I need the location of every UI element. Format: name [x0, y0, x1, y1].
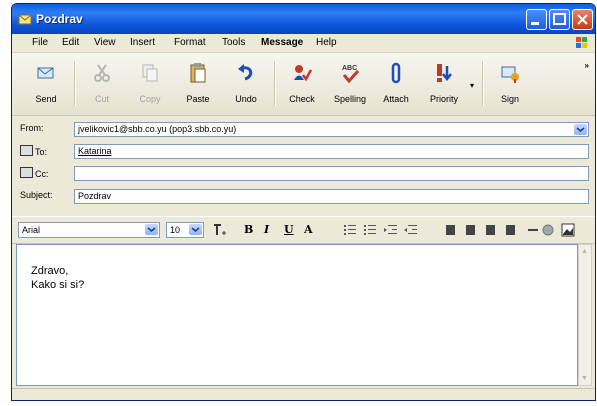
copy-label: Copy	[139, 94, 161, 104]
toolbar-separator	[482, 61, 484, 106]
insert-image-icon[interactable]	[560, 222, 576, 238]
window-title: Pozdrav	[36, 12, 83, 26]
chevron-down-icon	[576, 127, 585, 132]
envelope-icon	[18, 14, 32, 25]
spelling-label: Spelling	[333, 94, 367, 104]
paste-button[interactable]: Paste	[176, 56, 220, 111]
menu-help[interactable]: Help	[316, 37, 337, 48]
scissors-icon	[94, 64, 110, 82]
compose-window: Pozdrav File Edit View Insert Format Too…	[11, 3, 596, 401]
to-button[interactable]: To:	[20, 145, 47, 157]
undo-icon	[238, 64, 253, 81]
menu-insert[interactable]: Insert	[130, 37, 155, 48]
svg-text:ABC: ABC	[342, 65, 357, 72]
minimize-icon	[531, 22, 539, 25]
vertical-scrollbar[interactable]: ▲ ▼	[578, 244, 592, 386]
close-icon	[577, 14, 588, 25]
menu-bar: File Edit View Insert Format Tools Messa…	[12, 34, 595, 53]
size-dropdown-button[interactable]	[189, 224, 202, 235]
spelling-button[interactable]: ABC Spelling	[328, 56, 372, 111]
copy-button[interactable]: Copy	[128, 56, 172, 111]
attach-button[interactable]: Attach	[374, 56, 418, 111]
attach-label: Attach	[383, 94, 409, 104]
windows-logo-icon	[576, 37, 587, 48]
cc-label: Cc:	[35, 169, 49, 179]
toolbar-separator	[74, 61, 76, 106]
chevron-down-icon	[147, 227, 156, 232]
minimize-button[interactable]	[526, 9, 547, 30]
font-select[interactable]: Arial	[18, 222, 160, 238]
menu-edit[interactable]: Edit	[62, 37, 79, 48]
clipboard-icon	[190, 63, 206, 83]
paragraph-style-icon[interactable]	[212, 222, 228, 238]
font-color-icon[interactable]: A	[304, 223, 313, 236]
copy-icon	[142, 64, 158, 82]
toolbar-separator	[274, 61, 276, 106]
from-dropdown-button[interactable]	[574, 124, 587, 135]
scroll-down-icon[interactable]: ▼	[581, 375, 588, 382]
paperclip-icon	[391, 62, 401, 84]
close-button[interactable]	[572, 9, 593, 30]
priority-button[interactable]: Priority	[422, 56, 466, 111]
paste-label: Paste	[186, 94, 210, 104]
menu-format[interactable]: Format	[174, 37, 206, 48]
menu-file[interactable]: File	[32, 37, 48, 48]
address-book-icon	[20, 167, 33, 178]
scroll-up-icon[interactable]: ▲	[581, 248, 588, 255]
message-body-editor[interactable]: Zdravo, Kako si si?	[16, 244, 578, 386]
sign-button[interactable]: Sign	[488, 56, 532, 111]
chevron-down-icon	[191, 227, 200, 232]
font-value: Arial	[22, 225, 41, 235]
priority-icon	[437, 64, 452, 82]
address-book-icon	[20, 145, 33, 156]
from-value: jvelikovic1@sbb.co.yu (pop3.sbb.co.yu)	[78, 124, 237, 134]
status-bar	[12, 388, 595, 400]
alignment-icons[interactable]	[444, 222, 544, 238]
spelling-icon: ABC	[342, 65, 360, 84]
body-line: Kako si si?	[31, 279, 85, 291]
check-label: Check	[289, 94, 315, 104]
cc-field[interactable]	[74, 166, 589, 181]
toolbar: Send Cut Copy Paste Undo Check ABC Spell…	[12, 53, 595, 116]
sign-label: Sign	[500, 94, 519, 104]
sign-icon	[501, 66, 519, 83]
maximize-icon	[553, 13, 566, 25]
body-line: Zdravo,	[31, 265, 69, 277]
check-names-icon	[294, 65, 312, 82]
menu-tools[interactable]: Tools	[222, 37, 245, 48]
to-label: To:	[35, 147, 48, 157]
from-label: From:	[20, 123, 44, 133]
menu-view[interactable]: View	[94, 37, 116, 48]
subject-label: Subject:	[20, 190, 53, 200]
font-size-value: 10	[170, 225, 181, 235]
formatting-toolbar: Arial 10 B I U A	[12, 216, 595, 244]
insert-picture-icon[interactable]	[540, 222, 556, 238]
italic-icon[interactable]: I	[264, 223, 269, 236]
from-field[interactable]: jvelikovic1@sbb.co.yu (pop3.sbb.co.yu)	[74, 122, 589, 137]
bold-icon[interactable]: B	[244, 223, 253, 236]
send-icon	[37, 67, 54, 79]
send-button[interactable]: Send	[24, 56, 68, 111]
message-headers: From: jvelikovic1@sbb.co.yu (pop3.sbb.co…	[12, 116, 595, 214]
priority-dropdown-icon[interactable]: ▾	[470, 81, 474, 90]
menu-message[interactable]: Message	[261, 37, 303, 48]
cc-button[interactable]: Cc:	[20, 167, 49, 179]
cut-label: Cut	[94, 94, 109, 104]
to-recipient: Katarina	[78, 146, 112, 156]
check-names-button[interactable]: Check	[280, 56, 324, 111]
subject-field[interactable]: Pozdrav	[74, 189, 589, 204]
undo-label: Undo	[235, 94, 257, 104]
font-size-select[interactable]: 10	[166, 222, 204, 238]
maximize-button[interactable]	[549, 9, 570, 30]
font-dropdown-button[interactable]	[145, 224, 158, 235]
cut-button[interactable]: Cut	[80, 56, 124, 111]
subject-value: Pozdrav	[78, 191, 112, 201]
to-field[interactable]: Katarina	[74, 144, 589, 159]
priority-label: Priority	[429, 94, 458, 104]
underline-icon[interactable]: U	[284, 223, 294, 236]
toolbar-overflow-icon[interactable]: »	[585, 61, 589, 70]
send-label: Send	[35, 94, 57, 104]
undo-button[interactable]: Undo	[224, 56, 268, 111]
title-bar[interactable]: Pozdrav	[12, 4, 595, 34]
